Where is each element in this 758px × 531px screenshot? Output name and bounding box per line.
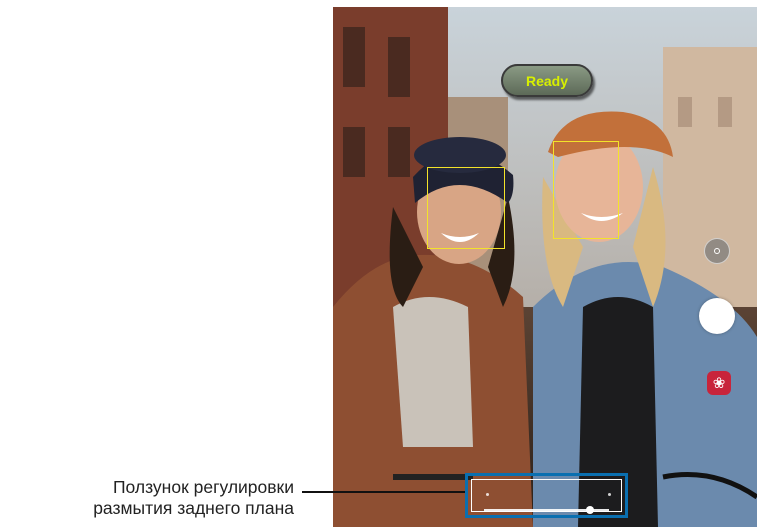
slider-dot (608, 493, 611, 496)
callout-line (302, 491, 465, 493)
blur-slider-thumb[interactable] (586, 506, 595, 514)
callout-label-line2: размытия заднего плана (93, 498, 294, 518)
switch-camera-icon[interactable] (704, 238, 730, 264)
slider-dot (486, 493, 489, 496)
shutter-button[interactable] (699, 298, 735, 334)
callout-label: Ползунок регулировки размытия заднего пл… (93, 477, 294, 519)
ready-button[interactable]: Ready (501, 64, 593, 97)
flower-effect-icon[interactable]: ❀ (707, 371, 731, 395)
blur-slider-track[interactable] (484, 506, 609, 514)
callout-label-line1: Ползунок регулировки (112, 477, 294, 497)
camera-viewfinder: Ready ❀ (333, 7, 757, 527)
face-detection-box-left (427, 167, 505, 249)
background-blur-slider[interactable] (471, 479, 622, 514)
face-detection-box-right (553, 141, 619, 239)
blur-slider-highlight (465, 473, 628, 518)
